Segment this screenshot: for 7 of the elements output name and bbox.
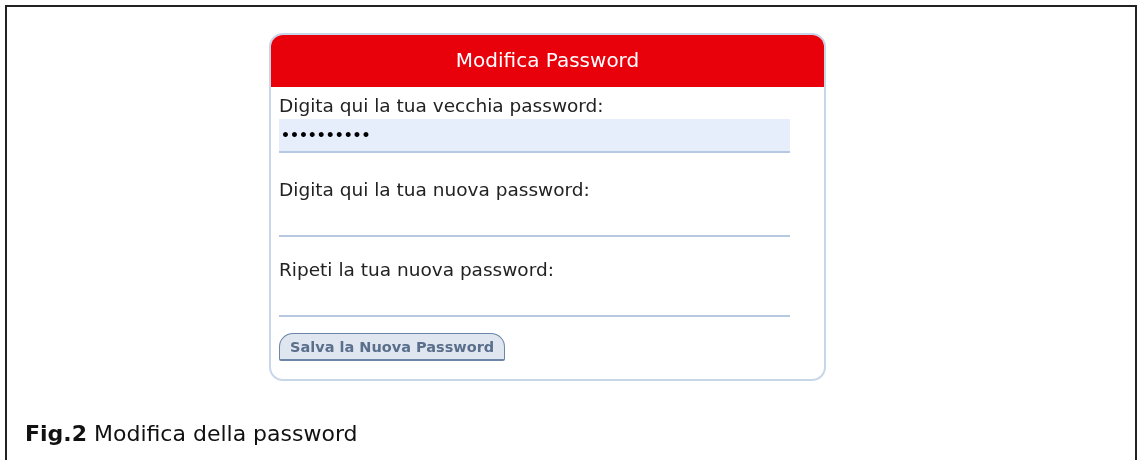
field-label: Ripeti la tua nuova password: — [279, 258, 554, 282]
save-button[interactable]: Salva la Nuova Password — [279, 333, 506, 361]
figure-caption: Fig.2 Modifica della password — [25, 421, 359, 446]
field-label: Digita qui la tua vecchia password: — [279, 94, 604, 118]
field-label: Digita qui la tua nuova password: — [279, 178, 590, 202]
panel-title: Modifica Password — [271, 35, 824, 87]
password-field[interactable]: •••••••••• — [279, 119, 790, 153]
